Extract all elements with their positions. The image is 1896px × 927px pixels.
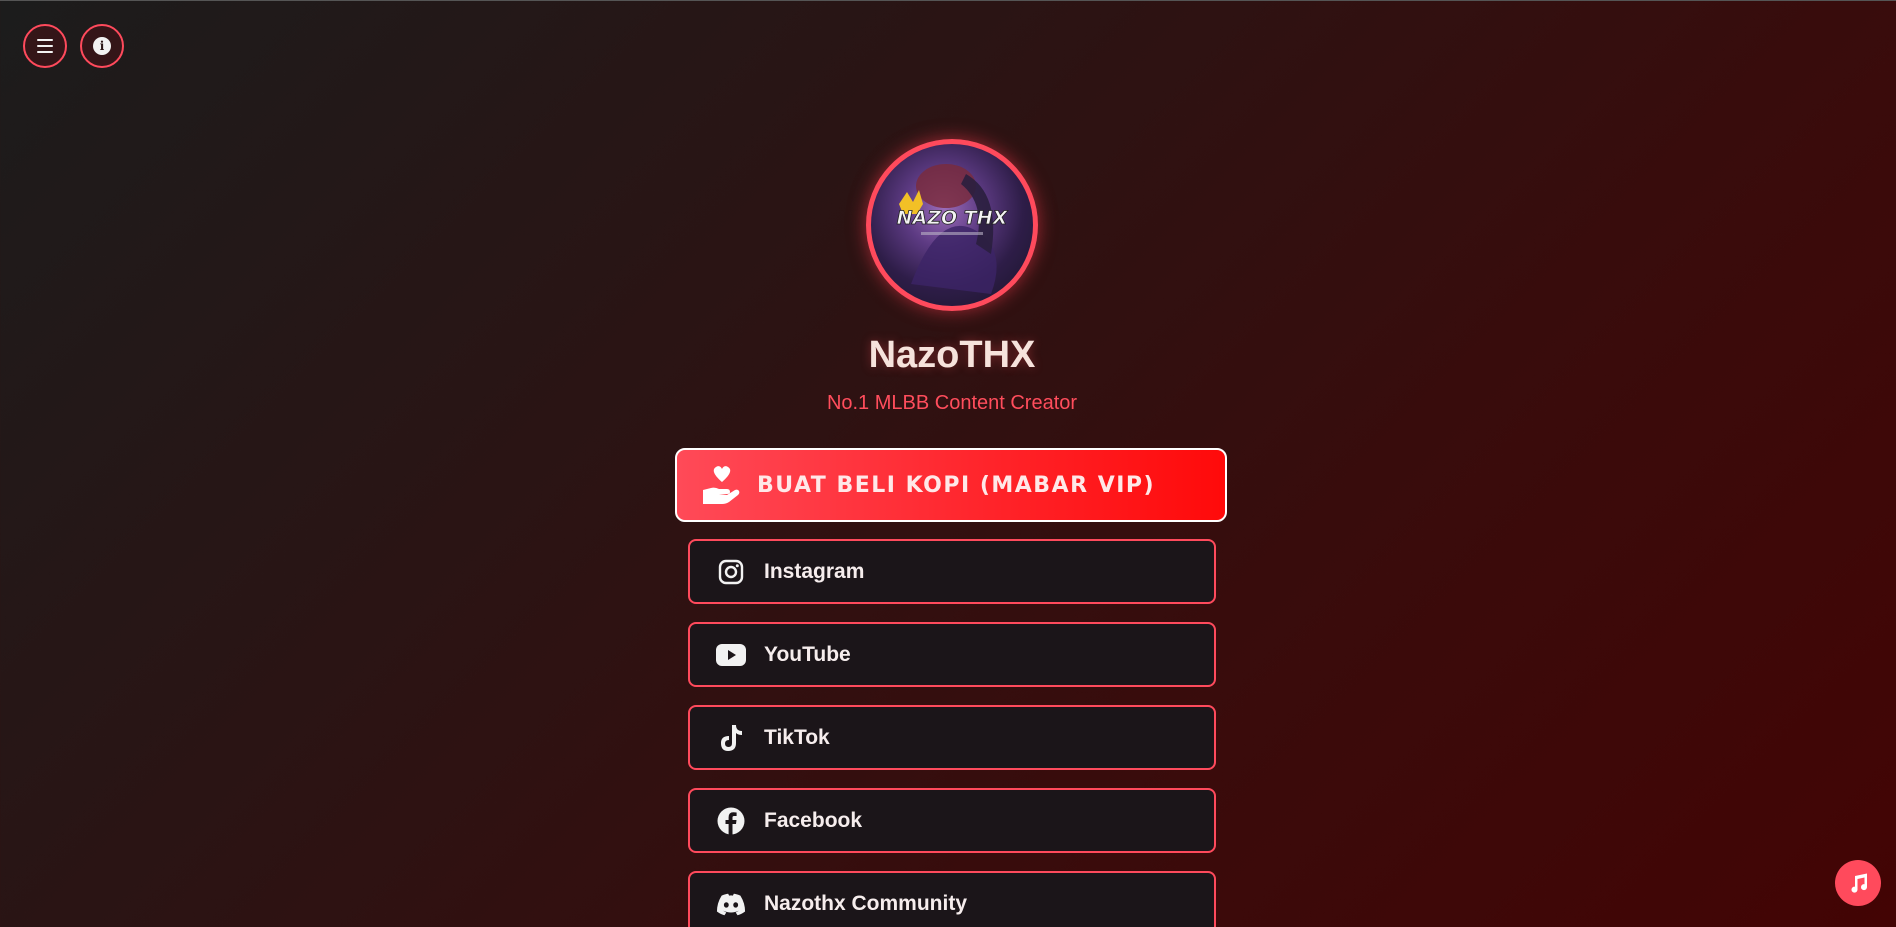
tiktok-icon	[716, 723, 746, 753]
youtube-link[interactable]: YouTube	[688, 622, 1216, 687]
hamburger-icon	[37, 39, 53, 53]
info-button[interactable]: i	[80, 24, 124, 68]
avatar: NAZO THX	[866, 139, 1038, 311]
facebook-icon	[716, 806, 746, 836]
profile-tagline: No.1 MLBB Content Creator	[826, 392, 1078, 414]
music-toggle-button[interactable]	[1835, 860, 1881, 906]
top-border	[0, 0, 1896, 1]
music-note-icon	[1851, 873, 1868, 893]
instagram-link[interactable]: Instagram	[688, 539, 1216, 604]
instagram-icon	[716, 557, 746, 587]
facebook-label: Facebook	[764, 808, 863, 832]
discord-community-link[interactable]: Nazothx Community	[688, 871, 1216, 927]
tiktok-link[interactable]: TikTok	[688, 705, 1216, 770]
youtube-label: YouTube	[764, 642, 851, 666]
vip-button-label: BUAT BELI KOPI (MABAR VIP)	[757, 472, 1156, 498]
tiktok-label: TikTok	[764, 725, 830, 749]
hand-heart-icon	[703, 466, 740, 504]
facebook-link[interactable]: Facebook	[688, 788, 1216, 853]
youtube-icon	[716, 640, 746, 670]
avatar-image: NAZO THX	[896, 164, 1009, 294]
discord-community-label: Nazothx Community	[764, 891, 968, 915]
discord-icon	[716, 889, 746, 919]
menu-button[interactable]	[23, 24, 67, 68]
avatar-text: NAZO THX	[897, 207, 1009, 229]
info-icon: i	[93, 37, 111, 55]
instagram-label: Instagram	[764, 559, 865, 583]
vip-coffee-button[interactable]: BUAT BELI KOPI (MABAR VIP)	[675, 448, 1227, 522]
profile-name: NazoTHX	[868, 334, 1036, 376]
